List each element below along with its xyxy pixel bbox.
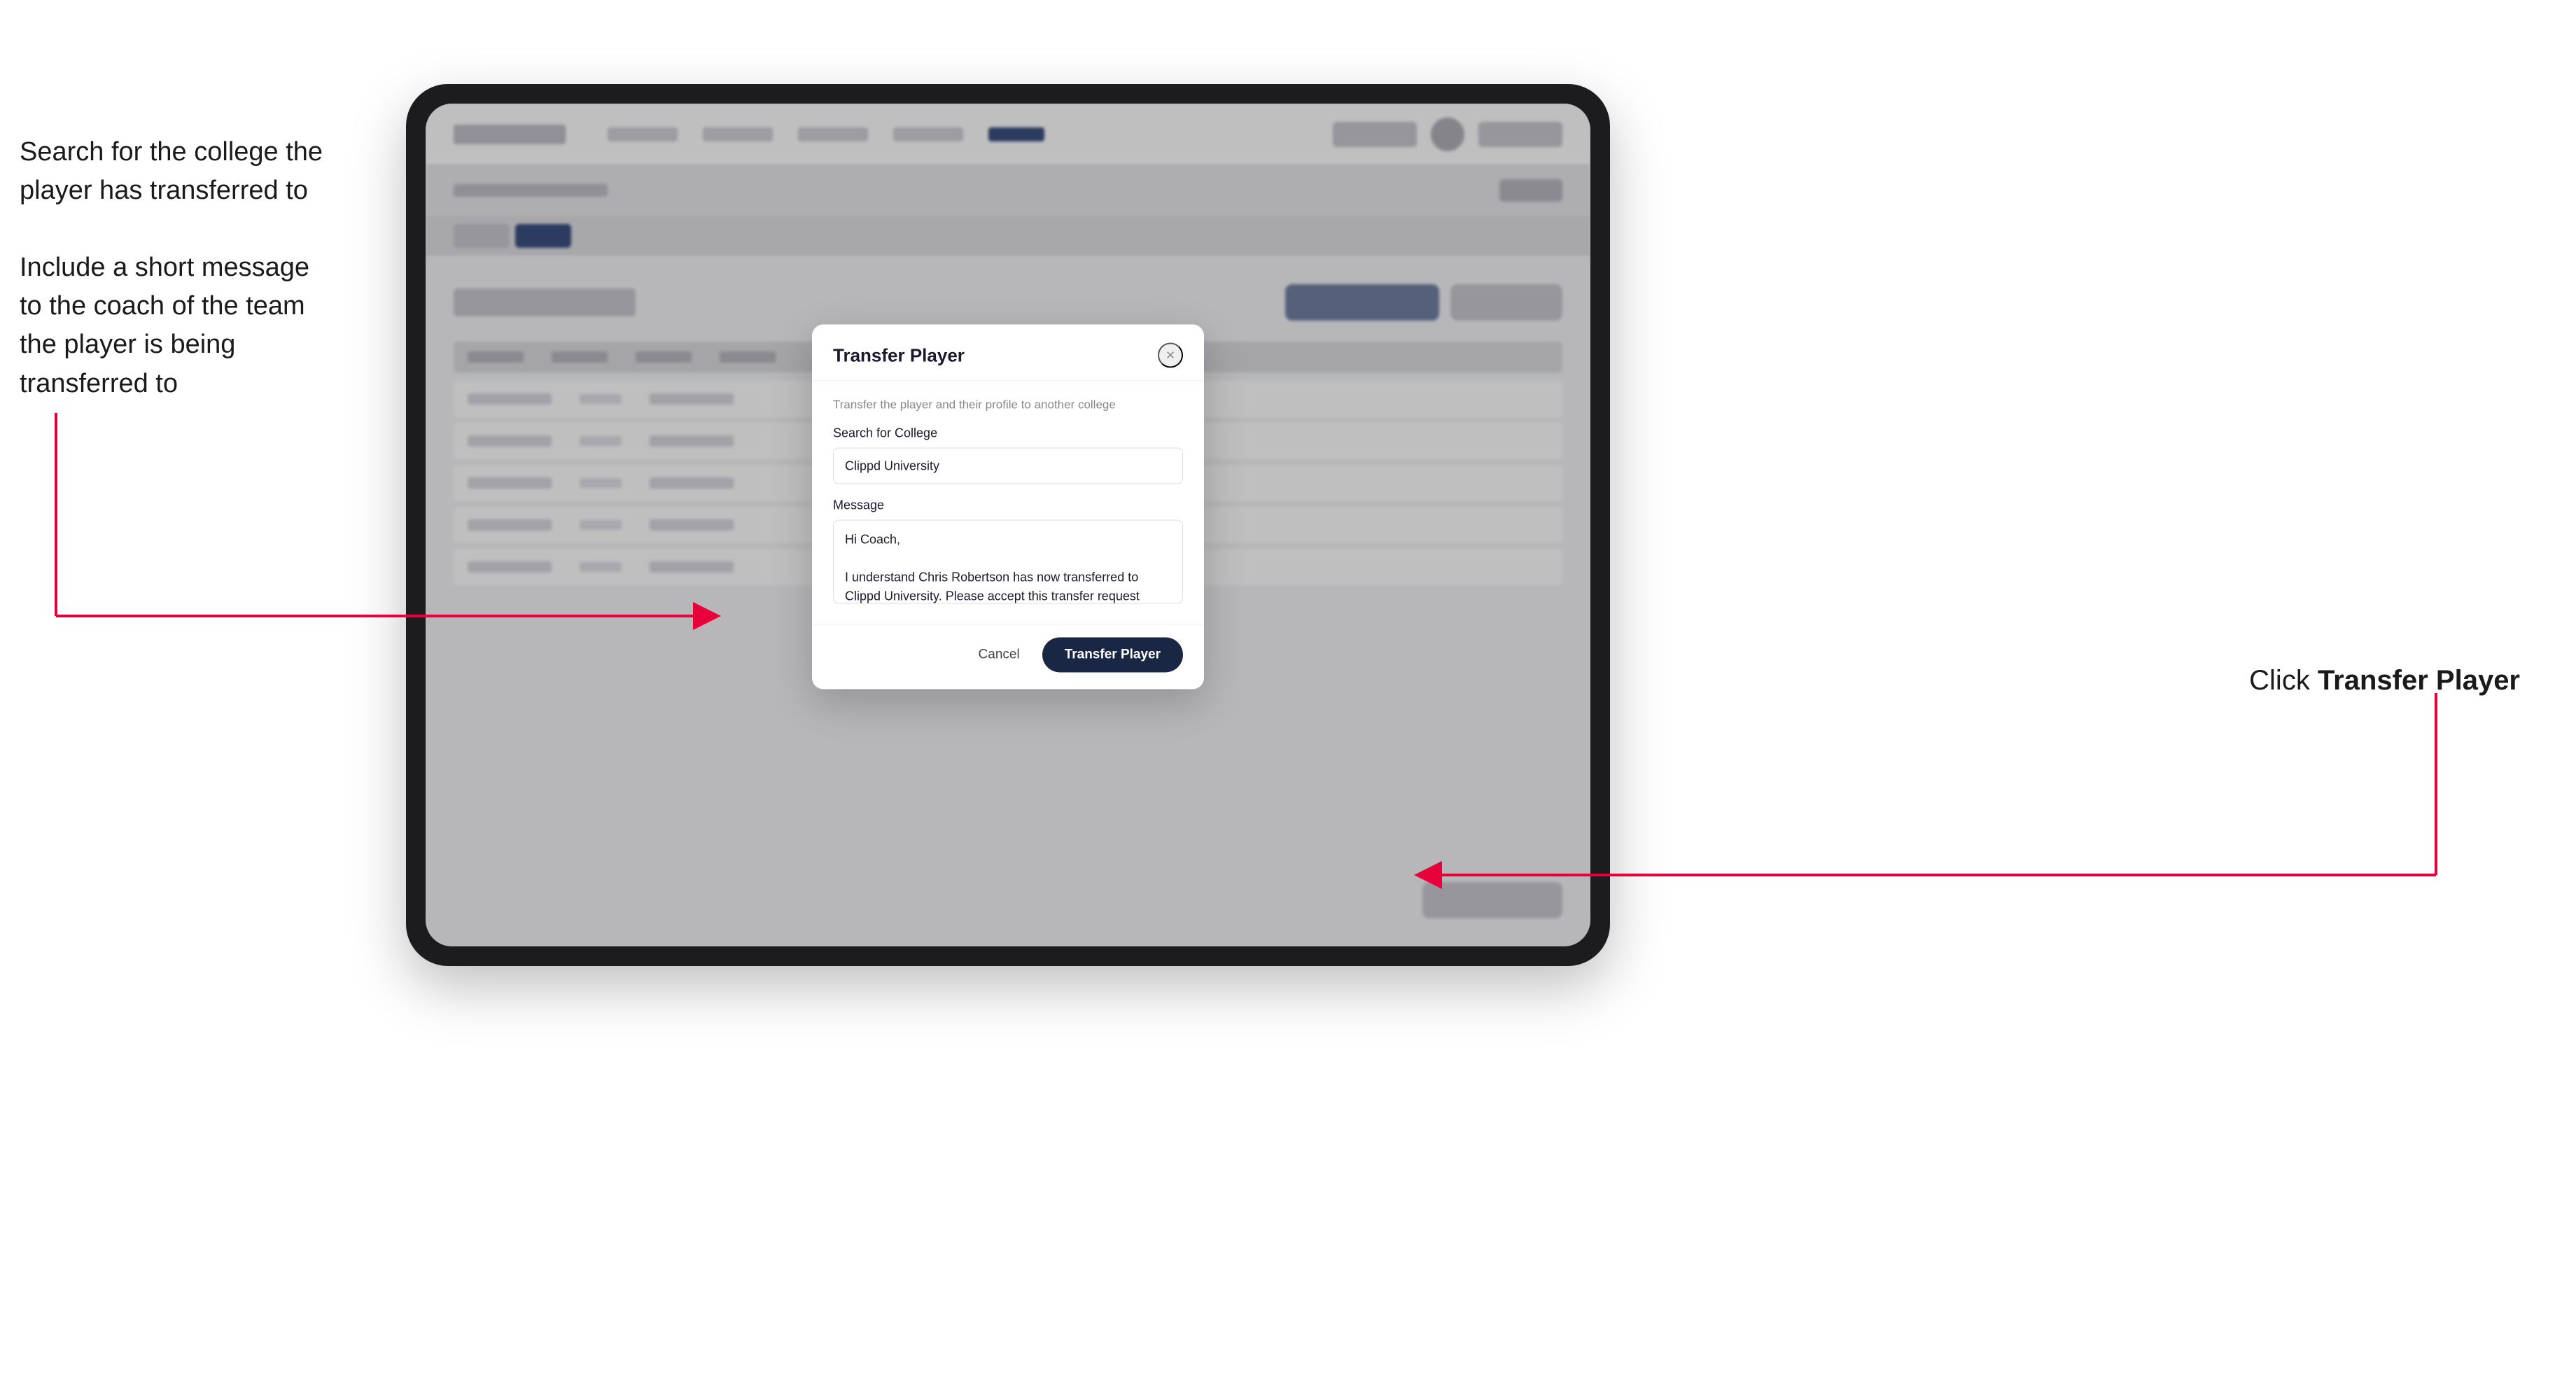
modal-close-button[interactable]: × <box>1158 342 1183 368</box>
modal-overlay: Transfer Player × Transfer the player an… <box>426 104 1590 946</box>
tablet-screen: Transfer Player × Transfer the player an… <box>426 104 1590 946</box>
transfer-player-button[interactable]: Transfer Player <box>1042 637 1183 672</box>
annotation-right: Click Transfer Player <box>2249 665 2520 696</box>
message-textarea[interactable]: Hi Coach, I understand Chris Robertson h… <box>833 519 1183 603</box>
modal-header: Transfer Player × <box>812 324 1204 381</box>
search-college-input[interactable] <box>833 447 1183 484</box>
tablet-frame: Transfer Player × Transfer the player an… <box>406 84 1610 966</box>
modal-subtitle: Transfer the player and their profile to… <box>833 398 1183 412</box>
annotation-left: Search for the college theplayer has tra… <box>20 133 363 403</box>
modal-title: Transfer Player <box>833 344 965 366</box>
cancel-button[interactable]: Cancel <box>967 640 1031 669</box>
modal-footer: Cancel Transfer Player <box>812 624 1204 689</box>
transfer-player-modal: Transfer Player × Transfer the player an… <box>812 324 1204 689</box>
message-label: Message <box>833 498 1183 512</box>
search-college-label: Search for College <box>833 426 1183 440</box>
annotation-line1: Search for the college theplayer has tra… <box>20 133 363 210</box>
annotation-right-bold: Transfer Player <box>2318 665 2520 696</box>
modal-body: Transfer the player and their profile to… <box>812 381 1204 624</box>
annotation-line2: Include a short messageto the coach of t… <box>20 248 363 402</box>
annotation-right-prefix: Click <box>2249 665 2318 696</box>
